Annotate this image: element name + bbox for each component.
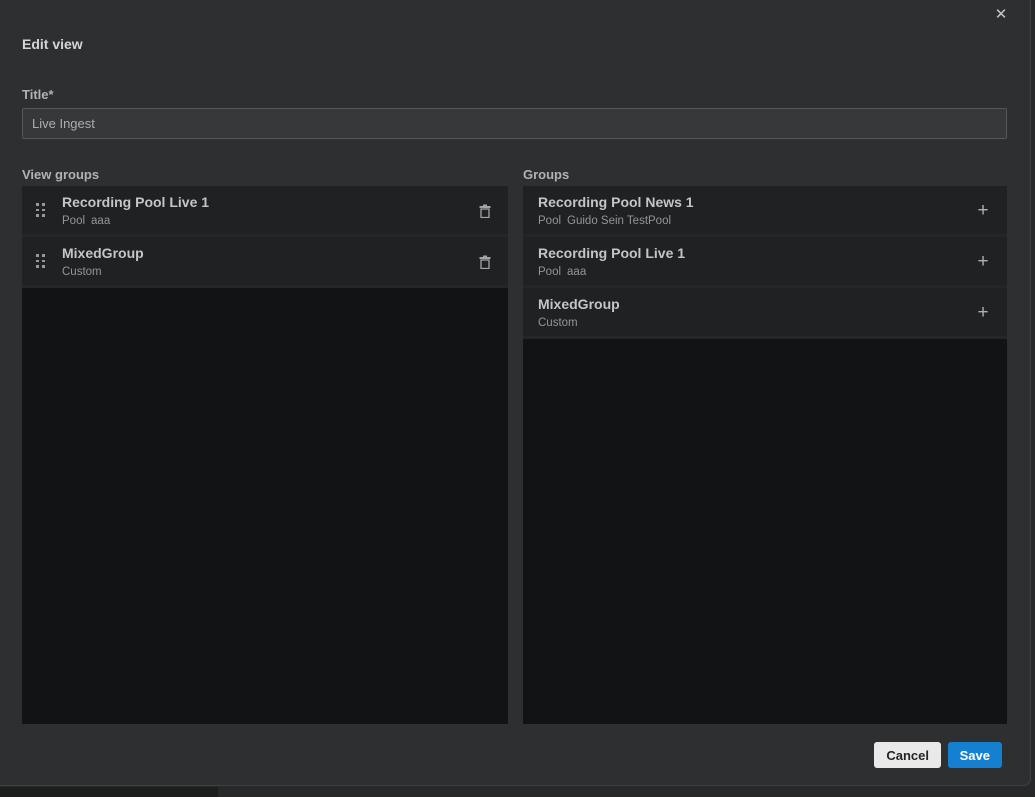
title-input[interactable] [22,108,1007,139]
trash-icon[interactable] [476,253,494,271]
plus-icon[interactable]: + [973,301,993,325]
page-behind-modal [0,787,218,797]
group-subtitle: Poolaaa [538,266,586,278]
group-title: Recording Pool News 1 [538,194,694,210]
group-title: MixedGroup [538,296,620,312]
group-type: Custom [62,266,102,278]
view-groups-label: View groups [22,167,99,182]
groups-panel: Recording Pool News 1 Pool Guido Sein Tes… [523,186,1007,724]
group-subtitle: Custom [538,317,584,329]
groups-label: Groups [523,167,569,182]
drag-handle-icon[interactable] [36,203,46,219]
plus-icon[interactable]: + [973,250,993,274]
group-type: Custom [538,317,578,329]
edit-view-dialog: Edit view ✕ Title* View groups Groups Re… [0,0,1031,786]
available-group-row[interactable]: MixedGroup Custom + [523,288,1007,339]
group-type: Pool [538,215,561,227]
cancel-button[interactable]: Cancel [874,742,941,768]
group-type: Pool [538,266,561,278]
available-group-row[interactable]: Recording Pool News 1 Pool Guido Sein Tes… [523,186,1007,237]
screen: Edit view ✕ Title* View groups Groups Re… [0,0,1035,797]
group-meta-value: aaa [91,215,110,227]
group-title: Recording Pool Live 1 [538,245,685,261]
close-icon[interactable]: ✕ [990,4,1012,26]
available-group-row[interactable]: Recording Pool Live 1 Poolaaa + [523,237,1007,288]
view-groups-panel: Recording Pool Live 1 Poolaaa MixedGroup… [22,186,508,724]
save-button[interactable]: Save [948,742,1002,768]
group-meta-value: aaa [567,266,586,278]
group-title: Recording Pool Live 1 [62,194,209,210]
title-field-label: Title* [22,87,54,102]
trash-icon[interactable] [476,202,494,220]
group-type: Pool [62,215,85,227]
group-subtitle: Pool Guido Sein TestPool [538,215,671,227]
group-subtitle: Poolaaa [62,215,110,227]
group-title: MixedGroup [62,245,144,261]
group-meta-value: Guido Sein TestPool [567,215,671,227]
view-group-row[interactable]: Recording Pool Live 1 Poolaaa [22,186,508,237]
dialog-title: Edit view [22,36,83,52]
drag-handle-icon[interactable] [36,254,46,270]
group-subtitle: Custom [62,266,108,278]
view-group-row[interactable]: MixedGroup Custom [22,237,508,288]
plus-icon[interactable]: + [973,199,993,223]
